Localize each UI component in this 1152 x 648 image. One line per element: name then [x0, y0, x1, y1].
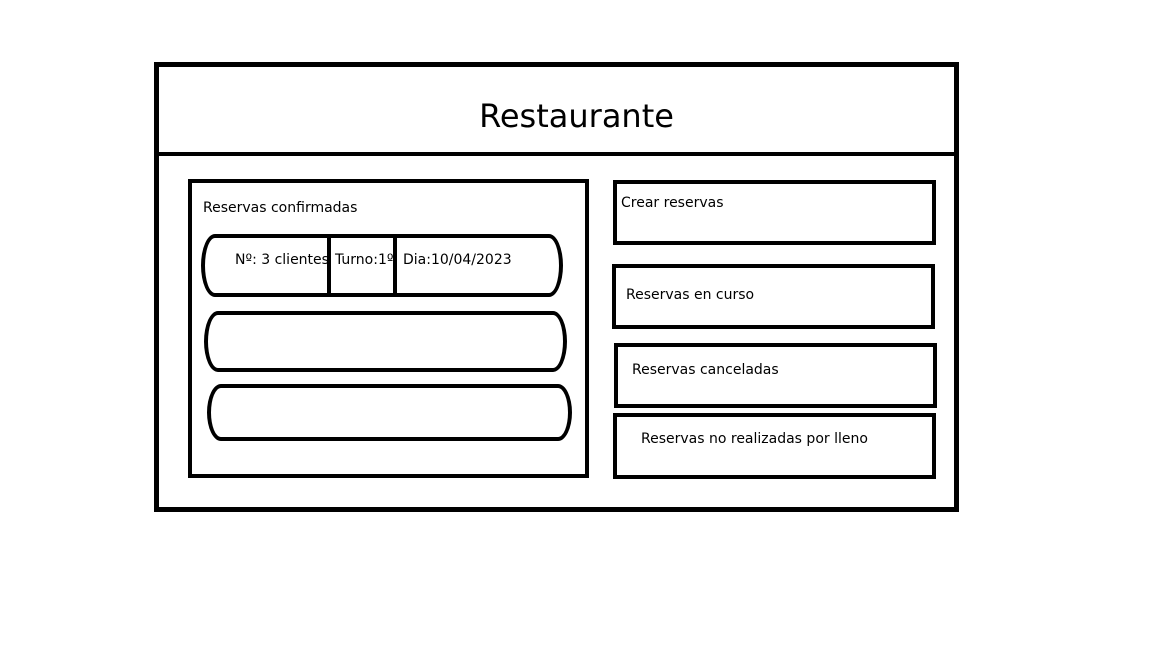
create-reservation-button[interactable]: Crear reservas — [613, 180, 936, 245]
reservation-row[interactable] — [204, 311, 567, 372]
cancelled-reservations-label: Reservas canceladas — [632, 362, 779, 378]
reservations-in-progress-button[interactable]: Reservas en curso — [612, 264, 935, 329]
confirmed-reservations-title: Reservas confirmadas — [203, 200, 358, 216]
unfulfilled-reservations-label: Reservas no realizadas por lleno — [641, 431, 868, 447]
reservation-shift: Turno:1º — [335, 252, 394, 268]
page-title: Restaurante — [479, 97, 674, 135]
unfulfilled-reservations-button[interactable]: Reservas no realizadas por lleno — [613, 413, 936, 479]
header-bar: Restaurante — [159, 67, 954, 156]
reservation-date: Dia:10/04/2023 — [403, 252, 512, 268]
row-divider — [393, 236, 397, 295]
reservations-in-progress-label: Reservas en curso — [626, 287, 755, 303]
reservation-clients: Nº: 3 clientes — [235, 252, 329, 268]
reservation-row[interactable] — [207, 384, 572, 441]
cancelled-reservations-button[interactable]: Reservas canceladas — [614, 343, 937, 408]
create-reservation-label: Crear reservas — [621, 195, 724, 211]
